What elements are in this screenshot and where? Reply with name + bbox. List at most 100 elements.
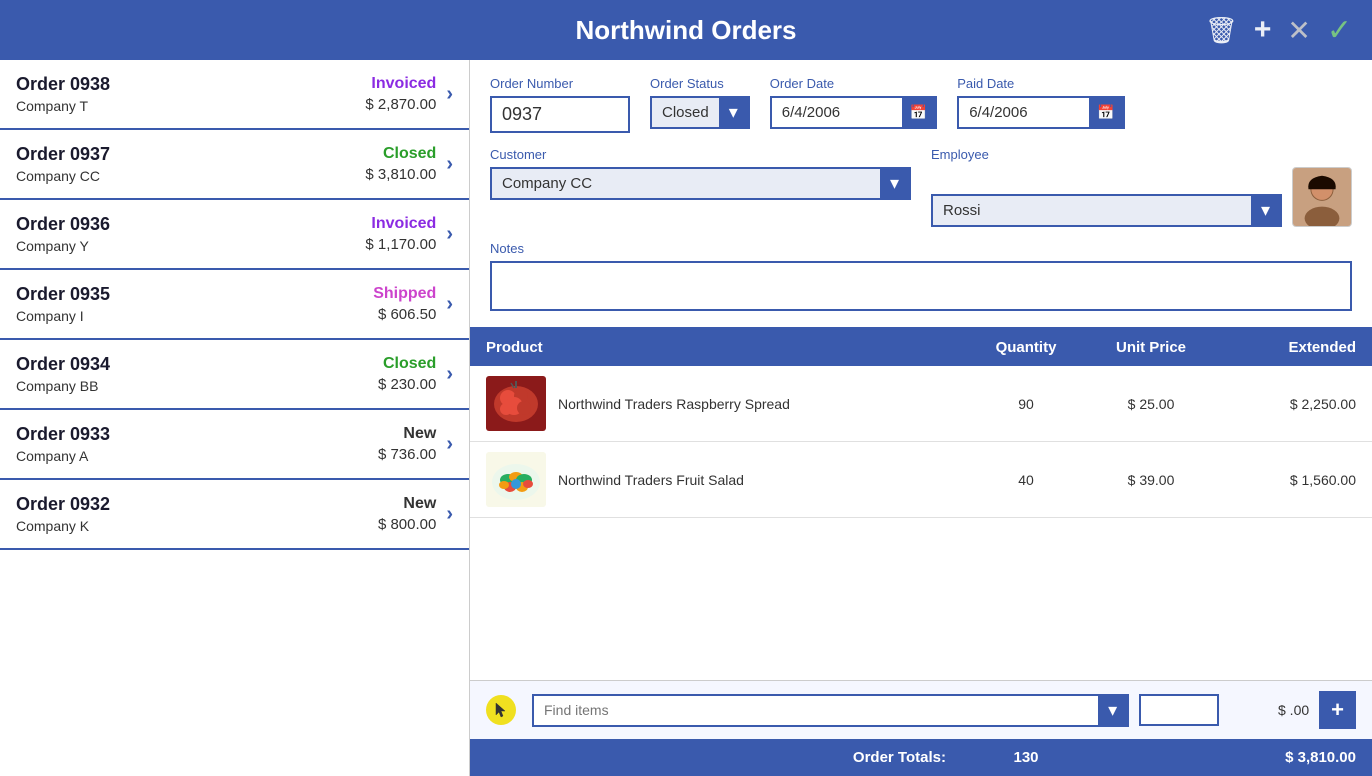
find-items-input[interactable] (534, 696, 1098, 725)
order-date-picker[interactable]: 📅 (770, 96, 937, 129)
order-date-input[interactable] (772, 98, 902, 127)
paid-date-group: Paid Date 📅 (957, 76, 1124, 129)
order-company: Company BB (16, 378, 378, 394)
header-actions: 🗑 + ✕ ✓ (1205, 13, 1352, 48)
order-status: New (378, 495, 436, 513)
order-status-value: Closed (652, 98, 719, 127)
find-items-dropdown-btn[interactable]: ▾ (1098, 696, 1127, 725)
employee-row: Rossi ▾ (931, 167, 1352, 227)
col-product-header: Product (486, 339, 966, 356)
order-chevron-icon: › (446, 293, 453, 316)
order-status: Closed (365, 145, 436, 163)
col-unit-price-header: Unit Price (1086, 339, 1216, 356)
order-right: Invoiced $ 2,870.00 (365, 75, 436, 113)
product-qty-1: 40 (966, 472, 1086, 488)
paid-date-input[interactable] (959, 98, 1089, 127)
order-right: New $ 800.00 (378, 495, 436, 533)
order-amount: $ 3,810.00 (365, 166, 436, 183)
order-status-label: Order Status (650, 76, 750, 91)
employee-avatar-svg (1293, 167, 1351, 227)
employee-dropdown-btn[interactable]: ▾ (1251, 196, 1280, 225)
order-number: Order 0933 (16, 424, 378, 445)
product-name-0: Northwind Traders Raspberry Spread (558, 396, 966, 412)
col-extended-header: Extended (1216, 339, 1356, 356)
cursor-icon (486, 695, 516, 725)
order-amount: $ 736.00 (378, 446, 436, 463)
order-list-item[interactable]: Order 0935 Company I Shipped $ 606.50 › (0, 270, 469, 340)
order-number-input[interactable] (490, 96, 630, 133)
table-header: Product Quantity Unit Price Extended (470, 329, 1372, 366)
order-number-group: Order Number (490, 76, 630, 133)
order-right: New $ 736.00 (378, 425, 436, 463)
order-company: Company CC (16, 168, 365, 184)
employee-select[interactable]: Rossi ▾ (931, 194, 1282, 227)
order-list: Order 0938 Company T Invoiced $ 2,870.00… (0, 60, 470, 776)
product-extended-1: $ 1,560.00 (1216, 472, 1356, 488)
order-totals-row: Order Totals: 130 $ 3,810.00 (470, 739, 1372, 776)
order-status: Invoiced (365, 215, 436, 233)
employee-photo (1292, 167, 1352, 227)
product-qty-0: 90 (966, 396, 1086, 412)
table-row[interactable]: Northwind Traders Fruit Salad 40 $ 39.00… (470, 442, 1372, 518)
product-name-1: Northwind Traders Fruit Salad (558, 472, 966, 488)
order-amount: $ 606.50 (373, 306, 436, 323)
product-image-raspberry (486, 376, 546, 431)
totals-amount: $ 3,810.00 (1216, 749, 1356, 766)
order-company: Company A (16, 448, 378, 464)
product-price-1: $ 39.00 (1086, 472, 1216, 488)
app-title: Northwind Orders (575, 15, 796, 46)
order-amount: $ 230.00 (378, 376, 436, 393)
order-info: Order 0937 Company CC (16, 144, 365, 184)
order-right: Invoiced $ 1,170.00 (365, 215, 436, 253)
form-row-2: Customer Company CC ▾ Employee Rossi ▾ (490, 147, 1352, 227)
cancel-icon[interactable]: ✕ (1287, 14, 1310, 47)
notes-input[interactable] (490, 261, 1352, 311)
paid-date-picker[interactable]: 📅 (957, 96, 1124, 129)
employee-group: Employee Rossi ▾ (931, 147, 1352, 227)
order-company: Company Y (16, 238, 365, 254)
table-body: Northwind Traders Raspberry Spread 90 $ … (470, 366, 1372, 680)
order-form: Order Number Order Status Closed ▾ Order… (470, 60, 1372, 329)
order-number-label: Order Number (490, 76, 630, 91)
order-status-group: Order Status Closed ▾ (650, 76, 750, 129)
add-price-display: $ .00 (1229, 702, 1309, 718)
customer-dropdown-btn[interactable]: ▾ (880, 169, 909, 198)
add-icon[interactable]: + (1254, 13, 1272, 47)
app-header: Northwind Orders 🗑 + ✕ ✓ (0, 0, 1372, 60)
order-chevron-icon: › (446, 433, 453, 456)
confirm-icon[interactable]: ✓ (1327, 13, 1352, 48)
order-detail: Order Number Order Status Closed ▾ Order… (470, 60, 1372, 776)
order-list-item[interactable]: Order 0933 Company A New $ 736.00 › (0, 410, 469, 480)
customer-group: Customer Company CC ▾ (490, 147, 911, 200)
order-company: Company T (16, 98, 365, 114)
order-status-select[interactable]: Closed ▾ (650, 96, 750, 129)
order-right: Closed $ 3,810.00 (365, 145, 436, 183)
order-list-item[interactable]: Order 0932 Company K New $ 800.00 › (0, 480, 469, 550)
delete-icon[interactable]: 🗑 (1205, 15, 1238, 46)
find-items-wrapper[interactable]: ▾ (532, 694, 1129, 727)
order-status: Shipped (373, 285, 436, 303)
order-chevron-icon: › (446, 363, 453, 386)
order-amount: $ 800.00 (378, 516, 436, 533)
order-amount: $ 2,870.00 (365, 96, 436, 113)
order-list-item[interactable]: Order 0938 Company T Invoiced $ 2,870.00… (0, 60, 469, 130)
order-right: Shipped $ 606.50 (373, 285, 436, 323)
main-content: Order 0938 Company T Invoiced $ 2,870.00… (0, 60, 1372, 776)
customer-select[interactable]: Company CC ▾ (490, 167, 911, 200)
order-status: Invoiced (365, 75, 436, 93)
order-list-item[interactable]: Order 0936 Company Y Invoiced $ 1,170.00… (0, 200, 469, 270)
order-number: Order 0932 (16, 494, 378, 515)
order-status-dropdown-btn[interactable]: ▾ (719, 98, 748, 127)
order-info: Order 0935 Company I (16, 284, 373, 324)
products-section: Product Quantity Unit Price Extended (470, 329, 1372, 776)
order-list-item[interactable]: Order 0934 Company BB Closed $ 230.00 › (0, 340, 469, 410)
order-date-btn[interactable]: 📅 (902, 98, 935, 127)
order-list-item[interactable]: Order 0937 Company CC Closed $ 3,810.00 … (0, 130, 469, 200)
table-row[interactable]: Northwind Traders Raspberry Spread 90 $ … (470, 366, 1372, 442)
paid-date-btn[interactable]: 📅 (1089, 98, 1122, 127)
order-info: Order 0934 Company BB (16, 354, 378, 394)
product-extended-0: $ 2,250.00 (1216, 396, 1356, 412)
add-product-button[interactable]: + (1319, 691, 1356, 729)
add-qty-input[interactable] (1139, 694, 1219, 726)
notes-label: Notes (490, 241, 1352, 256)
